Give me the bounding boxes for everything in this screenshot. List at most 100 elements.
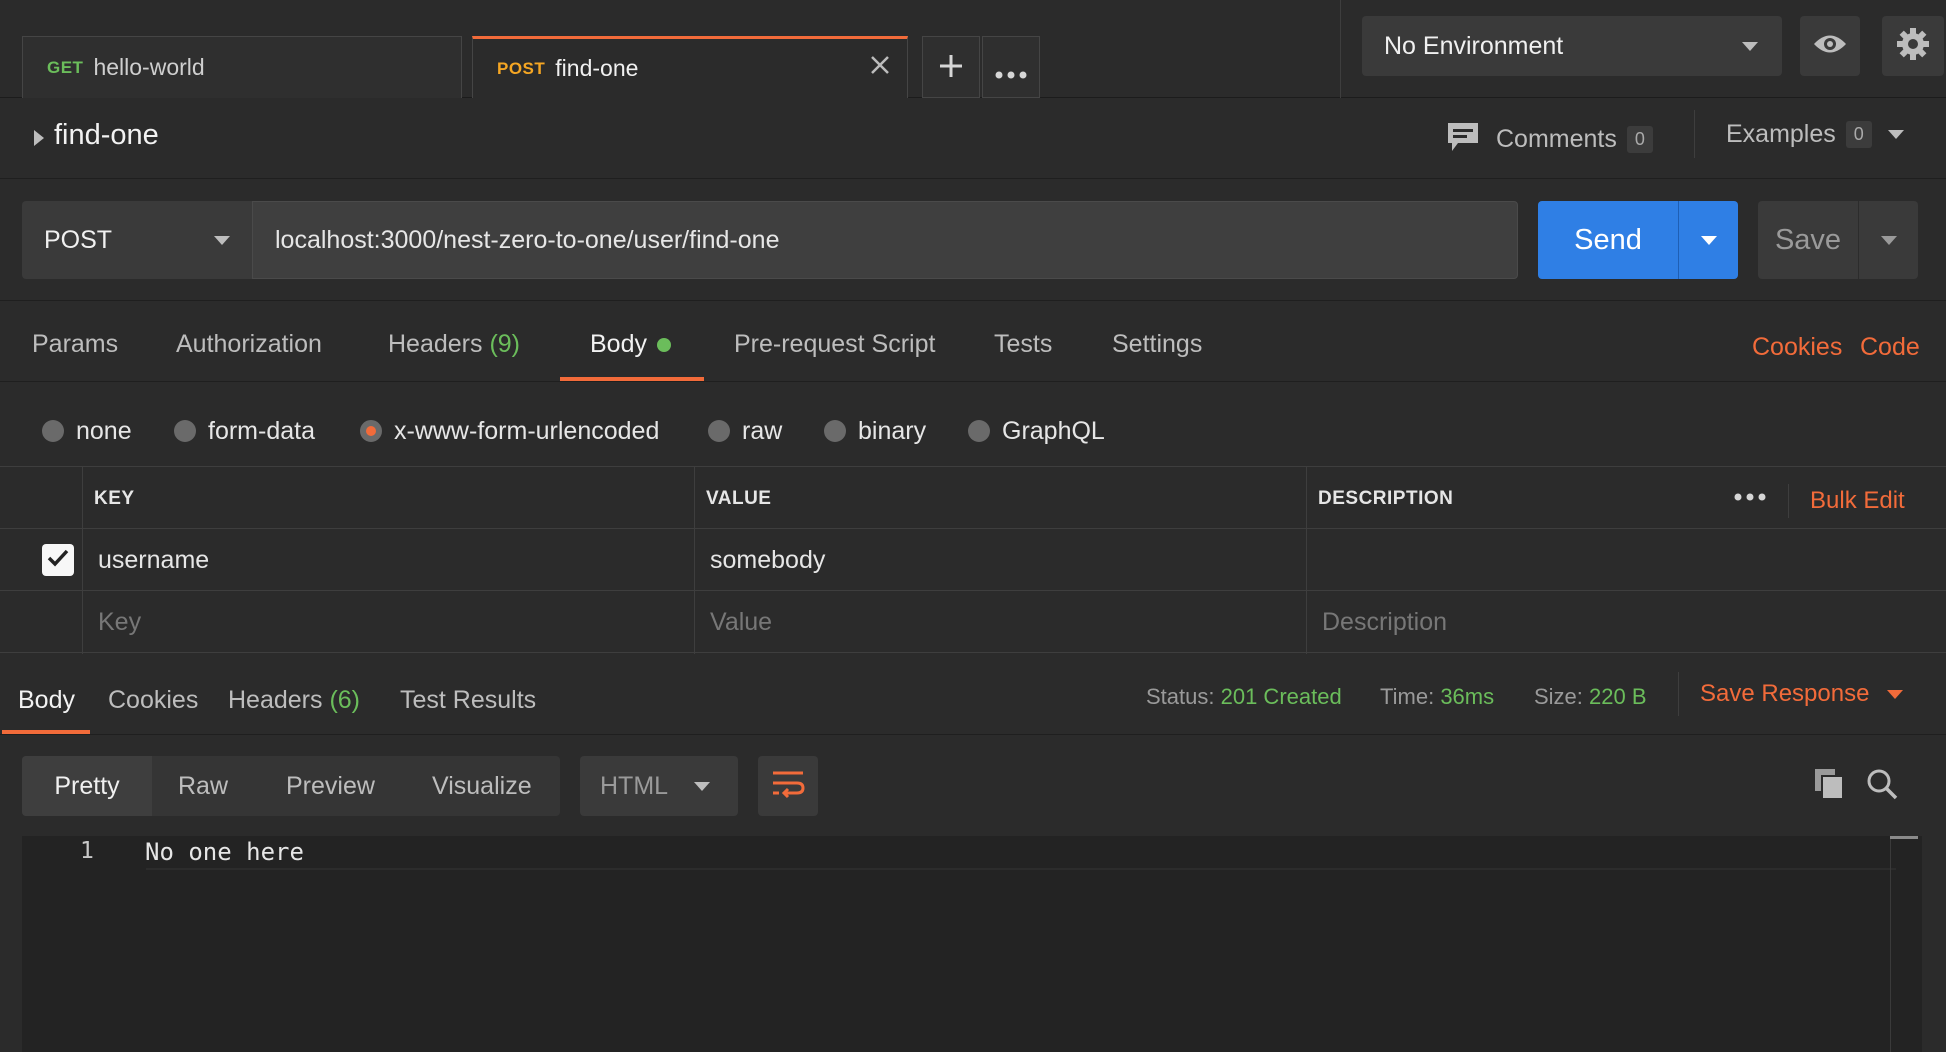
time-label: Time: (1380, 684, 1435, 709)
code-link[interactable]: Code (1860, 333, 1920, 362)
tab-label: Authorization (176, 330, 322, 358)
send-button[interactable]: Send (1538, 201, 1678, 279)
description-cell[interactable] (1322, 546, 1922, 576)
scrollbar-thumb[interactable] (1890, 836, 1918, 839)
copy-icon[interactable] (1814, 768, 1844, 805)
view-preview-button[interactable]: Preview (286, 756, 375, 816)
response-tab-body[interactable]: Body (18, 686, 75, 715)
method-select[interactable]: POST (22, 201, 252, 279)
more-icon (995, 46, 1027, 88)
eye-icon (1813, 33, 1847, 60)
format-select[interactable]: HTML (580, 756, 738, 816)
tab-body[interactable]: Body (590, 330, 671, 359)
tab-params[interactable]: Params (32, 330, 118, 359)
value-input[interactable]: Value (710, 608, 772, 637)
scrollbar[interactable] (1890, 836, 1916, 1052)
radio-binary[interactable]: binary (824, 416, 926, 446)
radio-label: none (76, 416, 132, 445)
active-line-highlight (146, 868, 1896, 870)
tab-label: Test Results (400, 686, 537, 714)
column-header-value: VALUE (706, 488, 772, 509)
tab-label: Pre-request Script (734, 330, 936, 358)
comments-button[interactable]: Comments 0 (1446, 120, 1653, 159)
examples-label: Examples (1726, 120, 1836, 148)
checkmark-icon (47, 549, 69, 572)
search-icon[interactable] (1866, 768, 1898, 805)
environment-label: No Environment (1384, 31, 1564, 60)
comments-label: Comments (1496, 125, 1617, 153)
environment-quick-look-button[interactable] (1800, 16, 1860, 76)
status-value: 201 Created (1220, 684, 1342, 709)
tab-settings[interactable]: Settings (1112, 330, 1202, 359)
view-raw-button[interactable]: Raw (178, 756, 228, 816)
save-response-label: Save Response (1700, 680, 1870, 707)
wrap-lines-button[interactable] (758, 756, 818, 816)
radio-none[interactable]: none (42, 416, 132, 446)
divider (1788, 484, 1789, 518)
response-tab-test-results[interactable]: Test Results (400, 686, 536, 715)
examples-button[interactable]: Examples 0 (1726, 120, 1904, 149)
url-input[interactable]: localhost:3000/nest-zero-to-one/user/fin… (252, 201, 1518, 279)
radio-label: raw (742, 416, 783, 445)
chevron-down-icon (1887, 130, 1904, 139)
request-tab-find-one[interactable]: POST find-one (472, 36, 908, 98)
key-input[interactable]: Key (98, 608, 141, 637)
row-enabled-checkbox[interactable] (42, 544, 74, 576)
divider (1306, 466, 1307, 654)
response-tab-cookies[interactable]: Cookies (108, 686, 198, 715)
tab-label: Params (32, 330, 119, 358)
tab-authorization[interactable]: Authorization (176, 330, 322, 359)
settings-button[interactable] (1882, 16, 1944, 76)
radio-x-www-form-urlencoded[interactable]: x-www-form-urlencoded (360, 416, 659, 446)
radio-label: binary (858, 416, 927, 445)
comments-count: 0 (1626, 126, 1653, 153)
value-cell[interactable]: somebody (710, 546, 825, 575)
cookies-link[interactable]: Cookies (1752, 333, 1842, 362)
key-cell[interactable]: username (98, 546, 209, 575)
radio-graphql[interactable]: GraphQL (968, 416, 1105, 446)
wrap-lines-icon (771, 769, 805, 804)
examples-count: 0 (1845, 121, 1872, 148)
request-header (0, 99, 1946, 179)
send-options-button[interactable] (1678, 201, 1738, 279)
response-tab-headers[interactable]: Headers (6) (228, 686, 360, 715)
chevron-down-icon (1881, 236, 1897, 245)
close-icon[interactable] (865, 51, 895, 81)
bulk-edit-link[interactable]: Bulk Edit (1810, 487, 1905, 515)
save-button[interactable]: Save (1758, 201, 1858, 279)
tab-name: find-one (555, 55, 639, 81)
radio-circle (174, 420, 196, 442)
view-pretty-button[interactable]: Pretty (22, 756, 152, 816)
radio-circle (708, 420, 730, 442)
save-response-button[interactable]: Save Response (1700, 680, 1904, 708)
caret-right-icon[interactable] (34, 130, 44, 146)
save-options-button[interactable] (1858, 201, 1918, 279)
tab-label: Tests (994, 330, 1053, 358)
tab-method: GET (47, 57, 84, 77)
tab-pre-request-script[interactable]: Pre-request Script (734, 330, 935, 359)
chevron-down-icon (1887, 689, 1904, 699)
tab-options-button[interactable] (982, 36, 1040, 98)
radio-label: x-www-form-urlencoded (394, 416, 660, 445)
response-size: Size: 220 B (1534, 684, 1647, 710)
tab-headers[interactable]: Headers (9) (388, 330, 520, 359)
tab-tests[interactable]: Tests (994, 330, 1052, 359)
new-tab-button[interactable] (922, 36, 980, 98)
divider (82, 466, 83, 654)
radio-raw[interactable]: raw (708, 416, 782, 446)
tab-name: hello-world (93, 54, 205, 80)
view-visualize-button[interactable]: Visualize (432, 756, 532, 816)
chevron-down-icon (694, 782, 710, 791)
radio-form-data[interactable]: form-data (174, 416, 315, 446)
tab-method: POST (497, 58, 546, 78)
environment-select[interactable]: No Environment (1362, 16, 1782, 76)
request-tab-hello-world[interactable]: GET hello-world (22, 36, 462, 98)
divider (1694, 110, 1695, 158)
tab-label: Settings (1112, 330, 1203, 358)
tab-label: Headers (228, 686, 323, 714)
divider (0, 652, 1946, 653)
table-options-button[interactable] (1734, 488, 1766, 506)
divider (0, 590, 1946, 591)
request-title[interactable]: find-one (54, 119, 159, 152)
description-input[interactable]: Description (1322, 608, 1447, 637)
